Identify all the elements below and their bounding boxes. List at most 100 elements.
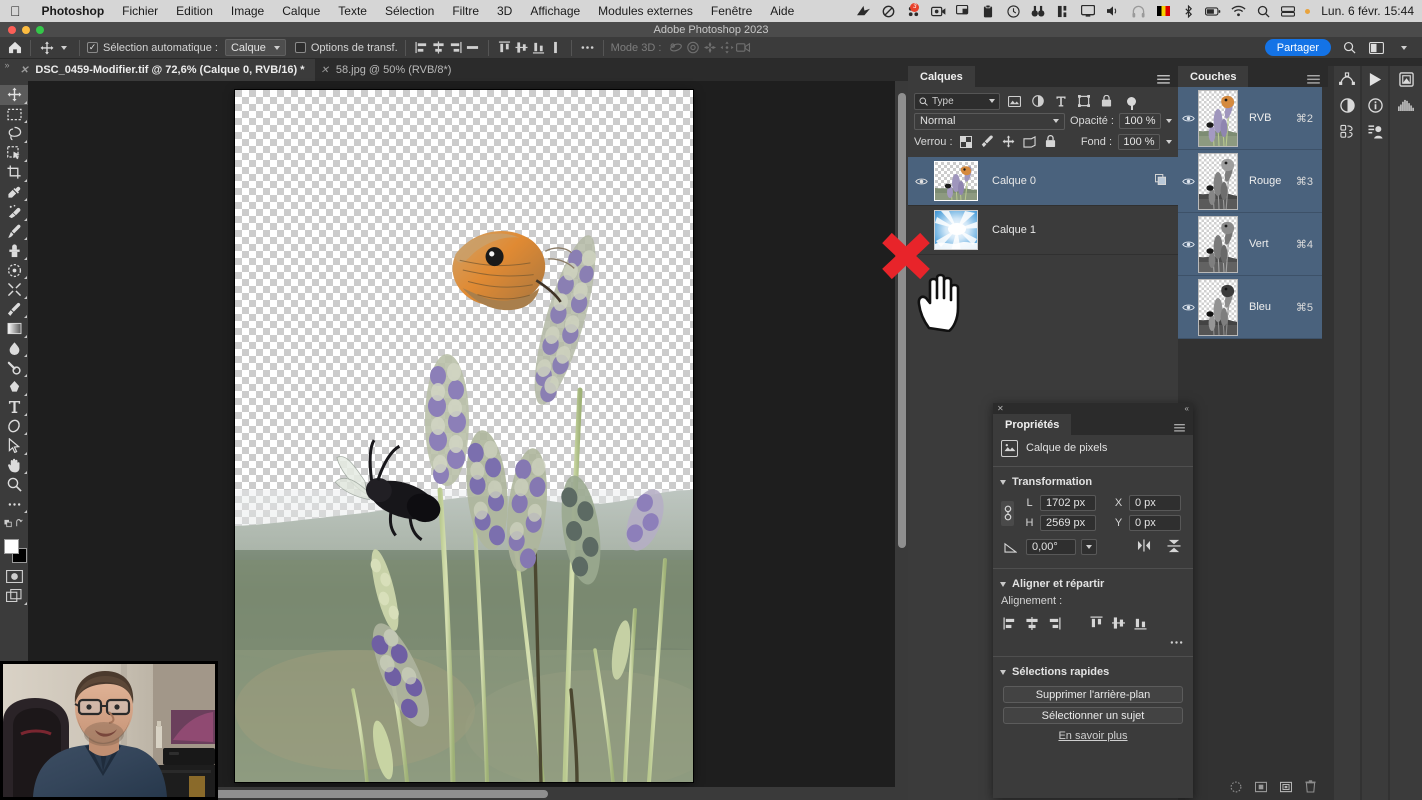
align-more-icon[interactable] bbox=[1170, 636, 1183, 648]
menu-selection[interactable]: Sélection bbox=[376, 4, 443, 18]
maximize-window-button[interactable] bbox=[36, 25, 44, 34]
expand-panel-arrows-icon[interactable]: » bbox=[0, 59, 14, 81]
transform-section-header[interactable]: Transformation bbox=[993, 472, 1193, 492]
align-bottom-edges-icon[interactable] bbox=[1129, 613, 1151, 633]
patch-tool[interactable] bbox=[0, 261, 28, 281]
roll-3d-icon[interactable] bbox=[684, 39, 701, 56]
gradient-tool[interactable] bbox=[0, 319, 28, 339]
transform-options-checkbox[interactable] bbox=[294, 42, 306, 53]
airplay-icon[interactable] bbox=[955, 4, 971, 18]
tab-proprietes[interactable]: Propriétés bbox=[993, 414, 1072, 435]
width-field[interactable]: 1702 px bbox=[1040, 495, 1096, 511]
rectangular-marquee-tool[interactable] bbox=[0, 105, 28, 125]
stats-icon[interactable] bbox=[1055, 4, 1071, 18]
menu-fenetre[interactable]: Fenêtre bbox=[702, 4, 761, 18]
panel-menu-icon[interactable] bbox=[1166, 421, 1193, 435]
align-right-edges-icon[interactable] bbox=[1043, 613, 1065, 633]
close-icon[interactable]: ✕ bbox=[997, 404, 1004, 413]
lock-all-icon[interactable] bbox=[1043, 134, 1058, 149]
close-window-button[interactable] bbox=[8, 25, 16, 34]
window-traffic-lights[interactable] bbox=[8, 25, 44, 34]
volume-icon[interactable] bbox=[1105, 4, 1121, 18]
styles-icon[interactable] bbox=[1362, 118, 1388, 144]
learn-more-link[interactable]: En savoir plus bbox=[993, 730, 1193, 742]
eyedropper-tool[interactable] bbox=[0, 183, 28, 203]
display-icon[interactable] bbox=[1080, 4, 1096, 18]
angle-field[interactable]: 0,00° bbox=[1026, 539, 1076, 555]
share-button[interactable]: Partager bbox=[1264, 39, 1331, 56]
channel-thumbnail[interactable] bbox=[1198, 89, 1238, 147]
tab-58jpg[interactable]: ✕ 58.jpg @ 50% (RVB/8*) bbox=[315, 59, 462, 81]
hand-tool[interactable] bbox=[0, 456, 28, 476]
tab-dsc0459[interactable]: ✕ DSC_0459-Modifier.tif @ 72,6% (Calque … bbox=[14, 59, 315, 81]
wifi-icon[interactable] bbox=[1230, 4, 1246, 18]
binoculars-icon[interactable] bbox=[1030, 4, 1046, 18]
layer-filter-dropdown[interactable]: Type bbox=[914, 92, 1000, 110]
object-selection-tool[interactable] bbox=[0, 144, 28, 164]
link-aspect-ratio-icon[interactable] bbox=[1001, 500, 1014, 526]
tab-couches[interactable]: Couches bbox=[1178, 66, 1249, 87]
pan-3d-icon[interactable] bbox=[701, 39, 718, 56]
load-channel-as-selection-icon[interactable] bbox=[1230, 781, 1242, 796]
type-tool[interactable] bbox=[0, 397, 28, 417]
document-canvas[interactable] bbox=[235, 90, 693, 782]
adjustments-icon[interactable] bbox=[1334, 92, 1360, 118]
opacity-chevron-icon[interactable] bbox=[1166, 119, 1172, 123]
libraries-icon[interactable] bbox=[1390, 66, 1422, 92]
new-channel-icon[interactable] bbox=[1279, 781, 1293, 796]
spot-healing-brush-tool[interactable] bbox=[0, 202, 28, 222]
battery-icon[interactable] bbox=[1205, 4, 1221, 18]
pen-tool[interactable] bbox=[0, 378, 28, 398]
eraser-tool[interactable] bbox=[0, 300, 28, 320]
move-tool[interactable] bbox=[0, 85, 28, 105]
lock-transparency-icon[interactable] bbox=[959, 134, 974, 149]
tab-calques[interactable]: Calques bbox=[908, 66, 975, 87]
align-vertical-centers-icon[interactable] bbox=[1107, 613, 1129, 633]
menu-calque[interactable]: Calque bbox=[273, 4, 329, 18]
x-field[interactable]: 0 px bbox=[1129, 495, 1181, 511]
y-field[interactable]: 0 px bbox=[1129, 515, 1181, 531]
lock-artboard-icon[interactable] bbox=[1022, 134, 1037, 149]
crop-tool[interactable] bbox=[0, 163, 28, 183]
layer-thumbnail[interactable] bbox=[934, 161, 978, 201]
apple-logo-icon[interactable]:  bbox=[0, 4, 33, 18]
distribute-vertical-icon[interactable] bbox=[547, 39, 564, 56]
align-top-edges-icon[interactable] bbox=[496, 39, 513, 56]
close-icon[interactable]: ✕ bbox=[321, 65, 329, 76]
delete-channel-icon[interactable] bbox=[1305, 780, 1316, 796]
channel-visibility-toggle[interactable] bbox=[1178, 114, 1198, 123]
dodge-tool[interactable] bbox=[0, 358, 28, 378]
lock-image-icon[interactable] bbox=[980, 134, 995, 149]
remove-background-button[interactable]: Supprimer l'arrière-plan bbox=[1003, 686, 1183, 703]
channel-visibility-toggle[interactable] bbox=[1178, 177, 1198, 186]
direct-selection-tool[interactable] bbox=[0, 436, 28, 456]
menu-texte[interactable]: Texte bbox=[329, 4, 376, 18]
panel-menu-icon[interactable] bbox=[1149, 73, 1178, 87]
menu-edition[interactable]: Edition bbox=[167, 4, 222, 18]
rotate-3d-icon[interactable] bbox=[667, 39, 684, 56]
channel-visibility-toggle[interactable] bbox=[1178, 303, 1198, 312]
align-left-edges-icon[interactable] bbox=[999, 613, 1021, 633]
blur-tool[interactable] bbox=[0, 339, 28, 359]
table-row[interactable]: Calque 0 bbox=[908, 157, 1178, 206]
opacity-field[interactable]: 100 % bbox=[1119, 113, 1161, 129]
tool-preset-chevron-icon[interactable] bbox=[55, 39, 72, 56]
menu-fichier[interactable]: Fichier bbox=[113, 4, 167, 18]
flip-horizontal-icon[interactable] bbox=[1137, 538, 1151, 556]
foreground-color-swatch[interactable] bbox=[4, 538, 19, 554]
default-colors-and-swap-icon[interactable] bbox=[0, 514, 28, 534]
history-brush-tool[interactable] bbox=[0, 280, 28, 300]
channel-visibility-toggle[interactable] bbox=[1178, 240, 1198, 249]
search-icon[interactable] bbox=[1341, 39, 1358, 56]
workspace-icon[interactable] bbox=[1368, 39, 1385, 56]
menu-modules-externes[interactable]: Modules externes bbox=[589, 4, 702, 18]
camera-3d-icon[interactable] bbox=[735, 39, 752, 56]
slide-3d-icon[interactable] bbox=[718, 39, 735, 56]
screen-mode-button[interactable] bbox=[0, 586, 28, 606]
table-row[interactable]: Calque 1 bbox=[908, 206, 1178, 255]
notification-icon[interactable]: 3 bbox=[905, 3, 921, 18]
layer-visibility-toggle[interactable] bbox=[908, 177, 934, 186]
align-right-edges-icon[interactable] bbox=[447, 39, 464, 56]
smart-link-icon[interactable] bbox=[1154, 173, 1167, 188]
close-icon[interactable]: ✕ bbox=[20, 65, 28, 76]
